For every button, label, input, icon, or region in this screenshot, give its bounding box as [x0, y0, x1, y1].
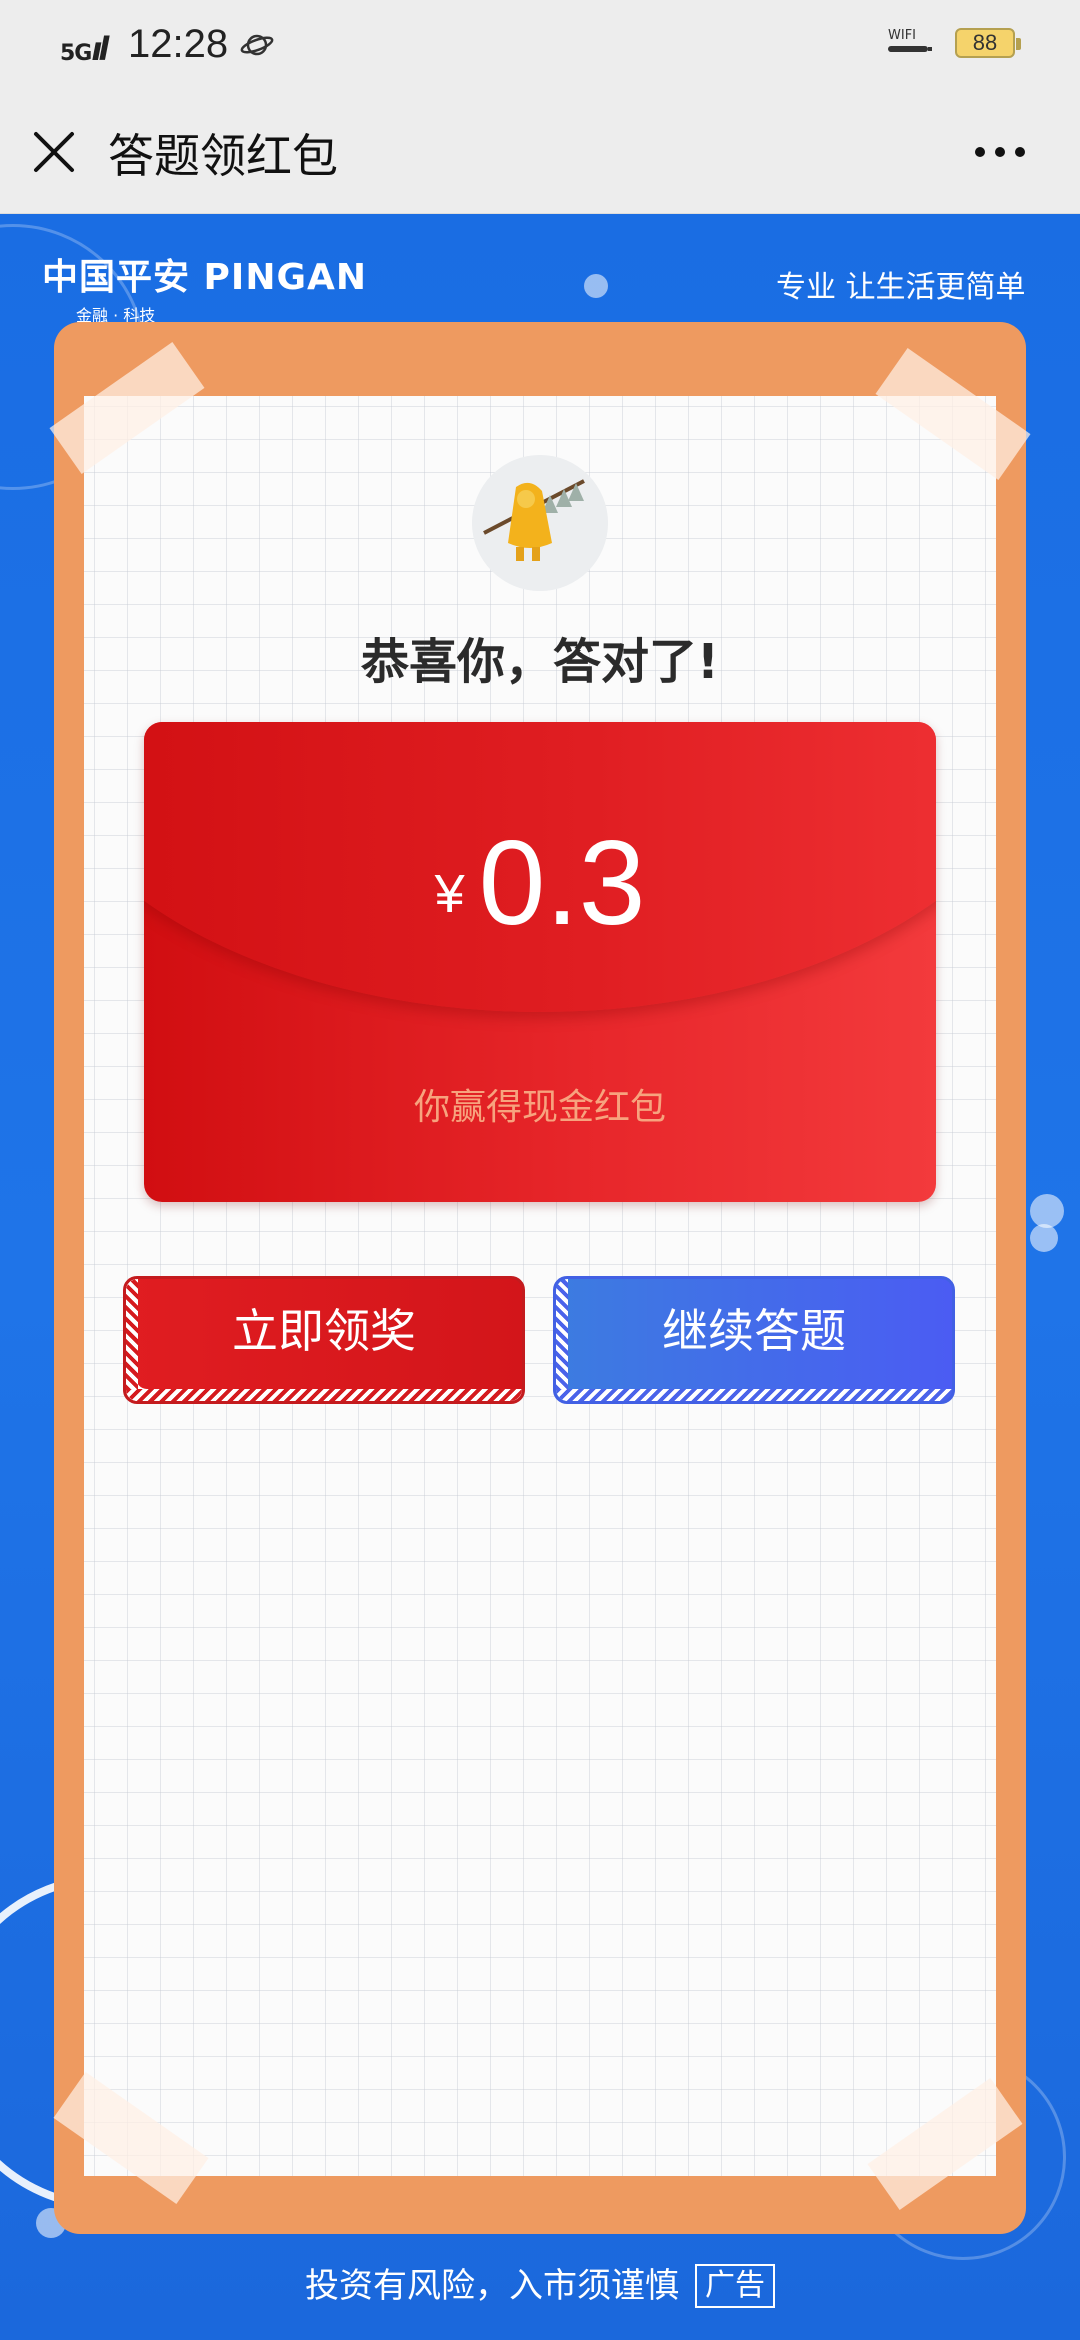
- status-bar: 5Gıl 12:28 WIFI 88: [0, 0, 1080, 92]
- page-title: 答题领红包: [108, 129, 338, 183]
- envelope-caption: 你赢得现金红包: [413, 1087, 666, 1128]
- button-stripe: [556, 1279, 568, 1401]
- decorative-dot: [584, 274, 608, 298]
- continue-quiz-label: 继续答题: [662, 1304, 846, 1358]
- battery-icon: 88: [955, 28, 1021, 58]
- prize-amount: ¥0.3: [144, 814, 936, 952]
- more-icon[interactable]: [970, 132, 1030, 172]
- wifi-icon: WIFI: [888, 28, 932, 62]
- ad-badge: 广告: [695, 2264, 775, 2308]
- claim-prize-button[interactable]: 立即领奖: [123, 1276, 525, 1404]
- footer-disclaimer: 投资有风险，入市须谨慎 广告: [0, 2258, 1080, 2308]
- brand-logo: 中国平安 PINGAN 金融 · 科技: [42, 248, 367, 326]
- risk-disclaimer: 投资有风险，入市须谨慎: [305, 2266, 679, 2306]
- continue-quiz-button[interactable]: 继续答题: [553, 1276, 955, 1404]
- brand-slogan: 专业 让生活更简单: [776, 270, 1026, 305]
- success-message: 恭喜你，答对了!: [361, 634, 719, 690]
- planet-icon: [240, 34, 274, 56]
- decorative-dot: [1030, 1194, 1064, 1228]
- amount-value: 0.3: [478, 816, 646, 950]
- signal-icon: 5Gıl: [60, 30, 109, 68]
- currency-symbol: ¥: [434, 864, 465, 924]
- avatar: [472, 455, 608, 591]
- close-icon[interactable]: [30, 128, 78, 176]
- brand-name: 中国平安 PINGAN: [42, 257, 367, 298]
- raincoat-child-illustration: [472, 455, 608, 591]
- network-type: 5G: [60, 41, 92, 66]
- title-bar: 答题领红包: [0, 92, 1080, 214]
- status-time: 12:28: [128, 22, 229, 66]
- button-stripe: [126, 1279, 138, 1401]
- claim-prize-label: 立即领奖: [232, 1304, 416, 1358]
- decorative-dot: [1030, 1224, 1058, 1252]
- red-envelope: ¥0.3 你赢得现金红包: [144, 722, 936, 1202]
